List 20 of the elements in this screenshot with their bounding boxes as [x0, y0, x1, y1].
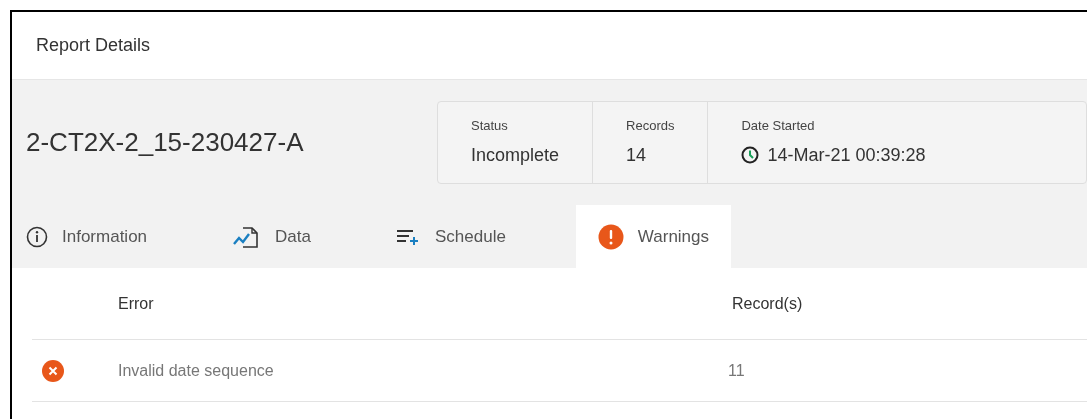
info-icon: [26, 225, 48, 248]
stat-label: Records: [626, 117, 675, 136]
table-cell-text: 11: [728, 360, 745, 381]
stat-value: 14: [626, 143, 647, 167]
tab[interactable]: Schedule: [380, 205, 520, 268]
tab[interactable]: Information: [12, 205, 162, 268]
panel-title: Report Details: [36, 34, 151, 57]
stat-value: Incomplete: [471, 143, 560, 167]
tab[interactable]: Data: [217, 205, 325, 268]
column-header: Error: [118, 293, 155, 314]
warning-icon: [597, 223, 624, 250]
clock-icon: [741, 146, 760, 165]
column-header: Record(s): [732, 293, 803, 314]
stat-label: Date Started: [741, 117, 816, 136]
report-name: 2-CT2X-2_15-230427-A: [25, 126, 305, 159]
stat-label: Status: [471, 117, 509, 136]
error-icon: [42, 359, 64, 382]
tab[interactable]: Warnings: [575, 205, 732, 268]
table-cell-text: Invalid date sequence: [118, 360, 275, 381]
stat-value: 14-Mar-21 00:39:28: [767, 143, 926, 167]
